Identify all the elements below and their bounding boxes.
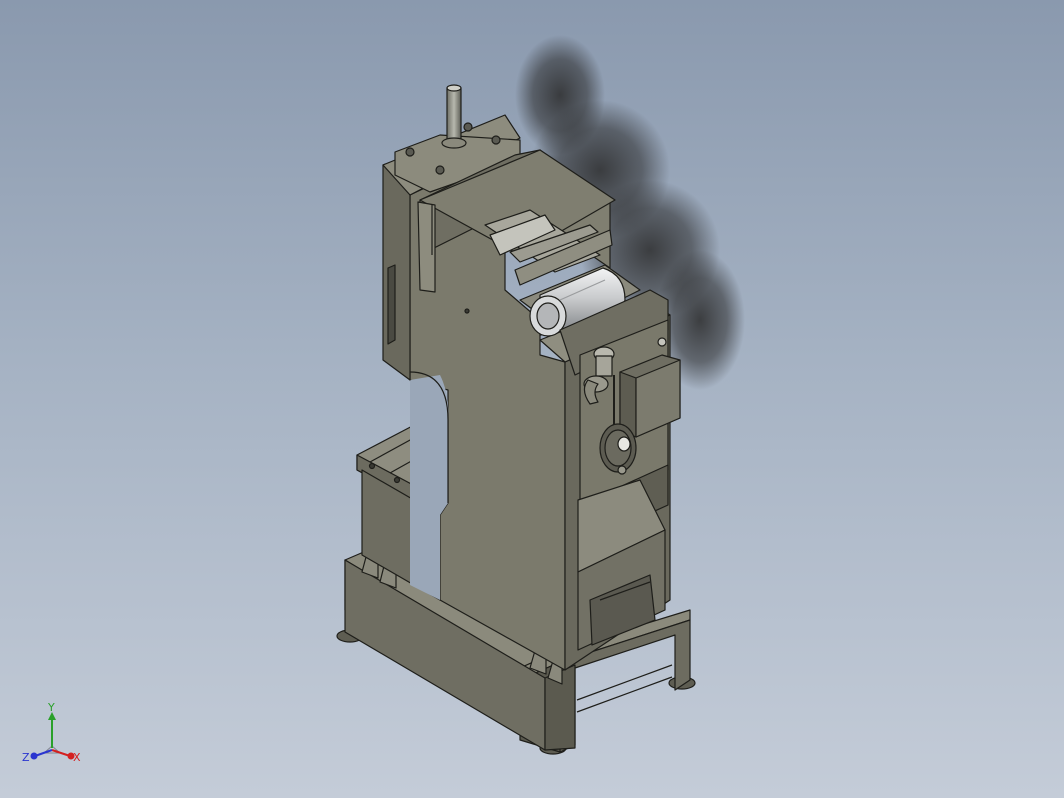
z-arrow-icon <box>30 752 38 760</box>
x-axis-label: X <box>73 751 81 764</box>
axis-triad[interactable]: Y X Z <box>18 700 88 772</box>
z-axis-label: Z <box>22 751 30 764</box>
cad-viewport[interactable]: Y X Z <box>0 0 1064 798</box>
hydraulic-press-model[interactable] <box>0 0 1064 798</box>
y-axis-label: Y <box>47 701 55 714</box>
